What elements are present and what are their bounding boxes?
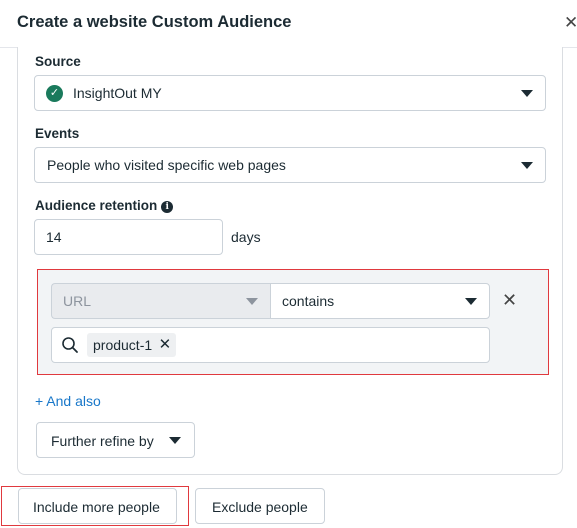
rule-operator-select[interactable]: contains (270, 283, 490, 319)
remove-rule-close-icon[interactable]: ✕ (502, 290, 517, 310)
retention-label: Audience retention i (35, 198, 174, 213)
url-rule-group: URL contains ✕ product-1 ✕ (37, 269, 549, 375)
and-also-link[interactable]: + And also (35, 393, 101, 409)
include-highlight-frame (1, 486, 189, 526)
dialog-header: Create a website Custom Audience ✕ (0, 0, 577, 48)
retention-label-text: Audience retention (35, 198, 158, 213)
rule-field-select[interactable]: URL (51, 283, 271, 319)
search-icon (62, 337, 78, 353)
further-refine-label: Further refine by (51, 433, 154, 449)
exclude-people-button[interactable]: Exclude people (195, 488, 325, 524)
exclude-label: Exclude people (212, 499, 308, 515)
dialog-title: Create a website Custom Audience (17, 13, 292, 31)
info-icon[interactable]: i (161, 201, 174, 213)
rule-operator-value: contains (282, 293, 335, 309)
source-value: InsightOut MY (73, 85, 162, 101)
retention-days-input[interactable] (34, 219, 223, 255)
url-keyword-input[interactable]: product-1 ✕ (51, 327, 490, 363)
events-value: People who visited specific web pages (47, 157, 286, 173)
source-select[interactable]: ✓ InsightOut MY (34, 75, 546, 111)
source-label: Source (35, 54, 81, 69)
events-select[interactable]: People who visited specific web pages (34, 147, 546, 183)
chevron-down-icon (465, 298, 477, 305)
retention-unit: days (231, 229, 261, 245)
close-icon[interactable]: ✕ (564, 14, 577, 31)
remove-tag-close-icon[interactable]: ✕ (159, 333, 172, 357)
chevron-down-icon (246, 298, 258, 305)
chevron-down-icon (521, 90, 533, 97)
audience-form-card: Source ✓ InsightOut MY Events People who… (17, 47, 563, 475)
chevron-down-icon (521, 162, 533, 169)
keyword-tag-label: product-1 (93, 337, 153, 353)
events-label: Events (35, 126, 80, 141)
keyword-tag: product-1 ✕ (87, 333, 177, 357)
chevron-down-icon (169, 437, 181, 444)
further-refine-button[interactable]: Further refine by (36, 422, 195, 458)
check-circle-icon: ✓ (46, 85, 63, 102)
rule-field-value: URL (63, 293, 92, 309)
